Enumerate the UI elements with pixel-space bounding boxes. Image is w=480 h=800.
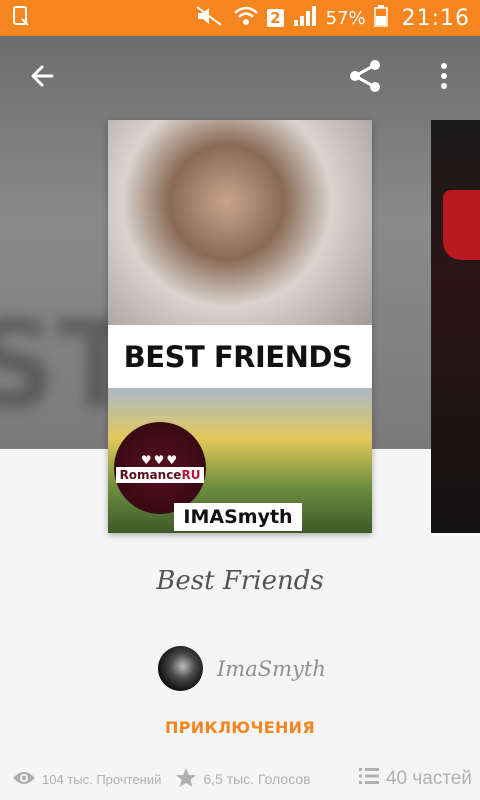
more-options-button[interactable] [424,58,464,98]
cover-author-box: IMASmyth [174,503,302,531]
author-name: ImaSmyth [217,656,326,681]
story-title: Best Friends [156,566,324,596]
parts-stat[interactable]: 40 частей [358,766,472,792]
eye-icon [12,769,42,790]
votes-count: 6,5 тыс. Голосов [203,771,311,787]
reads-count: 104 тыс. Прочтений [42,771,162,787]
reads-stat: 104 тыс. Прочтений [12,769,161,790]
arrow-left-icon [28,62,56,94]
sim-card-icon [10,5,32,31]
clock: 21:16 [401,5,470,31]
more-vert-icon [440,62,448,94]
share-button[interactable] [346,58,386,98]
next-book-cover[interactable] [431,120,480,533]
battery-percent: 57% [325,7,366,29]
status-bar: 2 57% 21:16 [0,0,480,36]
battery-icon [373,5,388,31]
votes-stat: 6,5 тыс. Голосов [175,767,311,792]
share-icon [347,57,385,99]
cover-title: BEST FRIENDS [123,340,353,374]
wifi-icon [233,5,259,31]
genre-link[interactable]: ПРИКЛЮЧЕНИЯ [0,718,480,737]
stats-row: 104 тыс. Прочтений 6,5 тыс. Голосов 40 ч… [12,766,472,792]
avatar [158,646,203,691]
sim-slot-badge: 2 [267,9,284,27]
hearts-icon: ♥♥♥ [140,453,180,467]
signal-icon [292,5,318,31]
cover-title-box: BEST FRIENDS [112,326,364,388]
logo-text: RomanceRU [115,467,205,483]
author-link[interactable]: ImaSmyth [158,646,326,691]
mute-icon [195,5,225,31]
back-button[interactable] [22,58,62,98]
cover-photo [108,120,372,325]
next-cover-art [443,190,480,260]
star-icon [175,767,203,792]
cover-author: IMASmyth [183,506,293,528]
romanceru-logo: ♥♥♥ RomanceRU [114,422,206,514]
book-cover[interactable]: BEST FRIENDS ♥♥♥ RomanceRU IMASmyth [108,120,372,533]
parts-count: 40 частей [385,768,472,789]
list-icon [358,766,386,792]
